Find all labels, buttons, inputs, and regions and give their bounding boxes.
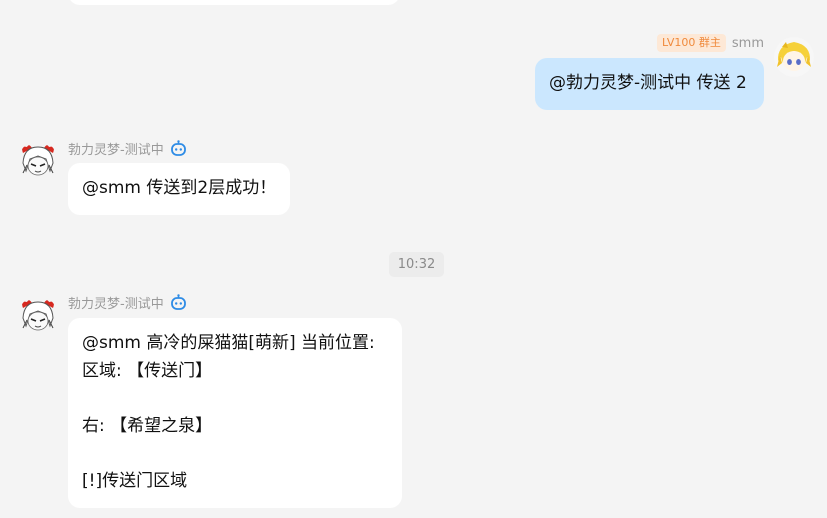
chat-message-list[interactable]: LV100 群主 smm @勃力灵梦-测试中 传送 2 勃力灵梦-测试中 @sm… [0, 0, 827, 518]
message-line: [!]传送门区域 [82, 470, 188, 491]
message-meta-bot: 勃力灵梦-测试中 [68, 293, 187, 312]
message-line [82, 385, 388, 413]
message-meta-bot: 勃力灵梦-测试中 [68, 139, 187, 158]
robot-icon [170, 140, 187, 157]
message-line: 右: 【希望之泉】 [82, 415, 213, 436]
reimu-avatar-icon[interactable] [18, 141, 58, 181]
message-bubble-self[interactable]: @勃力灵梦-测试中 传送 2 [535, 58, 764, 110]
message-line [82, 440, 388, 468]
timestamp-divider: 10:32 [389, 252, 444, 277]
message-text: @勃力灵梦-测试中 传送 2 [549, 73, 747, 93]
reimu-avatar-icon[interactable] [18, 296, 58, 336]
previous-message-bubble [68, 0, 400, 5]
message-text: @smm 传送到2层成功！ [82, 178, 277, 198]
message-line: @smm 高冷的屎猫猫[萌新] 当前位置: [82, 333, 375, 353]
message-bubble-bot-multiline[interactable]: @smm 高冷的屎猫猫[萌新] 当前位置: 区域: 【传送门】 右: 【希望之泉… [68, 318, 402, 508]
role-badge: LV100 群主 [656, 34, 726, 52]
sender-name[interactable]: 勃力灵梦-测试中 [68, 293, 164, 312]
message-bubble-bot[interactable]: @smm 传送到2层成功！ [68, 163, 290, 215]
sender-name[interactable]: smm [732, 36, 764, 51]
sender-name[interactable]: 勃力灵梦-测试中 [68, 139, 164, 158]
robot-icon [170, 294, 187, 311]
message-meta-self: LV100 群主 smm [656, 34, 764, 52]
message-line: 区域: 【传送门】 [82, 360, 213, 381]
blonde-anime-avatar-icon[interactable] [774, 37, 814, 77]
